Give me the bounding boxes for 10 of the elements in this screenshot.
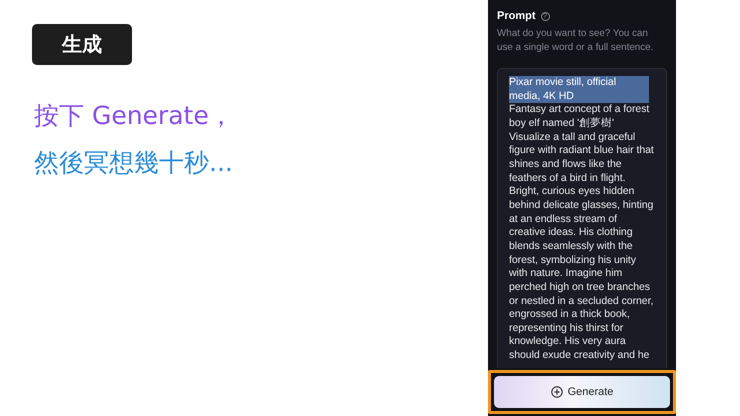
prompt-description: What do you want to see? You can use a single word or a full sentence. [497,27,654,55]
prompt-title: Prompt [497,10,536,22]
instruction-text: 然後冥想幾十秒... [34,148,233,177]
prompt-field[interactable] [497,68,667,368]
plus-circle-icon [550,386,563,398]
section-badge: 生成 [32,24,132,65]
prompt-text: Fantasy art concept of a forest boy elf named '創夢樹' Visualize a tall and graceful figure with radiant blue hair that shines and flows like the feathers of a bird in flight. Bright, curious eyes hidden behind delicate glasses, hinting at an endless stream of creative ideas. His clothing blends seamlessly with the forest, symbolizing his unity with nature. Imagine him perched high on tree branches or nestled in a secluded corner, engrossed in a thick book, representing his thirst for knowledge. His very aura should exude creativity and he [509,103,654,362]
instruction-text: 按下 Generate， [34,101,234,130]
selected-text: Pixar movie still, official media, 4K HD [509,76,649,104]
generate-button[interactable]: Generate [494,376,670,408]
